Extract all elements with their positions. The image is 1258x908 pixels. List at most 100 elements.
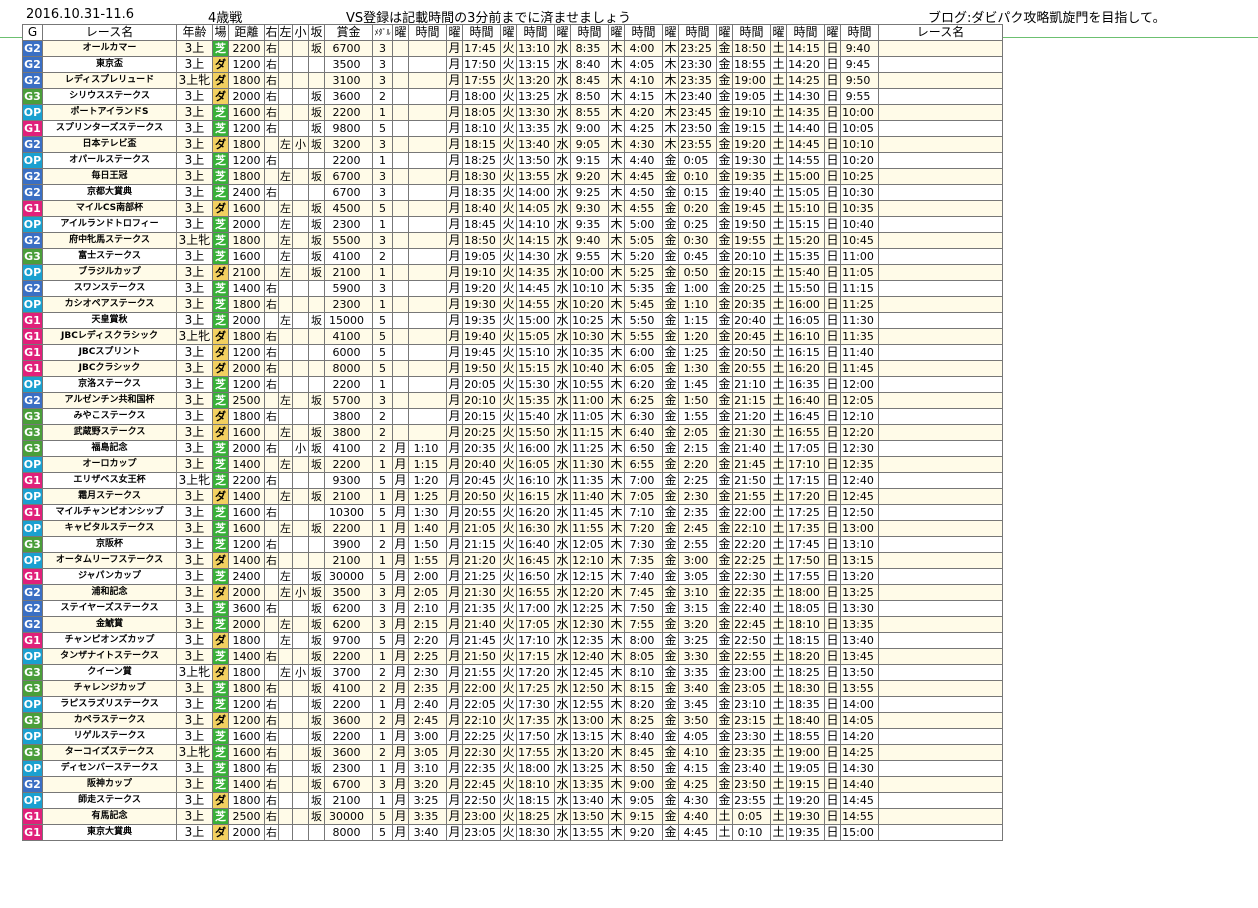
time-cell: 16:35 bbox=[786, 376, 825, 393]
weekday-cell: 木 bbox=[608, 344, 625, 361]
time-cell: 15:50 bbox=[786, 280, 825, 297]
time-cell: 21:55 bbox=[462, 664, 501, 681]
time-cell: 8:35 bbox=[570, 40, 609, 57]
weekday-cell: 火 bbox=[500, 728, 517, 745]
weekday-cell: 金 bbox=[662, 760, 679, 777]
prize-cell: 6700 bbox=[324, 40, 373, 57]
time-cell: 13:40 bbox=[840, 632, 879, 649]
time-cell: 3:35 bbox=[408, 808, 447, 825]
weekday-cell bbox=[878, 792, 1003, 809]
race-name: マイルCS南部杯 bbox=[42, 200, 177, 217]
race-row: G2 毎日王冠 3上芝 1800 左坂 6700 3 月 18:30 火 13:55 水 9:20 木 4:… bbox=[22, 168, 1003, 185]
time-cell: 17:55 bbox=[786, 568, 825, 585]
time-cell: 7:30 bbox=[624, 536, 663, 553]
time-cell: 11:15 bbox=[840, 280, 879, 297]
race-name: スプリンターズステークス bbox=[42, 120, 177, 137]
weekday-cell: 木 bbox=[662, 72, 679, 89]
time-cell: 15:10 bbox=[786, 200, 825, 217]
left-turn-cell bbox=[278, 824, 293, 841]
age-class: 3上 bbox=[176, 376, 213, 393]
time-cell: 10:55 bbox=[570, 376, 609, 393]
race-name: 日本テレビ盃 bbox=[42, 136, 177, 153]
weekday-cell: 金 bbox=[662, 344, 679, 361]
time-cell: 5:45 bbox=[624, 296, 663, 313]
weekday-cell: 金 bbox=[716, 776, 733, 793]
header-row: G レース名 年齢場距離右左小坂賞金 ﾒﾀﾞﾙ曜時間曜時間曜時間曜時間曜時間曜時間曜時… bbox=[22, 24, 1003, 41]
time-cell: 4:45 bbox=[624, 168, 663, 185]
right-turn-cell: 右 bbox=[264, 360, 279, 377]
time-cell: 4:05 bbox=[678, 728, 717, 745]
time-cell: 4:20 bbox=[624, 104, 663, 121]
weekday-cell: 木 bbox=[662, 136, 679, 153]
race-row: OP オーロカップ 3上芝 1400 左坂 2200 1 月 1:15 月 20:40 火 16:05 水… bbox=[22, 456, 1003, 473]
time-cell: 12:45 bbox=[840, 488, 879, 505]
left-turn-cell bbox=[278, 328, 293, 345]
slope-cell: 坂 bbox=[308, 424, 325, 441]
time-cell: 23:15 bbox=[732, 712, 771, 729]
time-cell: 8:10 bbox=[624, 664, 663, 681]
weekday-cell: 土 bbox=[770, 712, 787, 729]
slope-cell: 坂 bbox=[308, 248, 325, 265]
weekday-cell: 日 bbox=[824, 440, 841, 457]
prize-cell: 2100 bbox=[324, 552, 373, 569]
weekday-cell: 日 bbox=[824, 216, 841, 233]
weekday-cell: 月 bbox=[392, 680, 409, 697]
weekday-cell: 金 bbox=[716, 664, 733, 681]
weekday-cell: 火 bbox=[500, 584, 517, 601]
time-cell: 20:15 bbox=[732, 264, 771, 281]
time-cell: 2:00 bbox=[408, 568, 447, 585]
time-cell: 21:15 bbox=[462, 536, 501, 553]
weekday-cell: 土 bbox=[770, 408, 787, 425]
race-name: エリザベス女王杯 bbox=[42, 472, 177, 489]
weekday-cell: 木 bbox=[608, 568, 625, 585]
weekday-cell bbox=[878, 760, 1003, 777]
medal-cell: 5 bbox=[372, 344, 393, 361]
distance-cell: 1600 bbox=[228, 520, 265, 537]
weekday-cell bbox=[878, 136, 1003, 153]
prize-cell: 3900 bbox=[324, 536, 373, 553]
medal-cell: 3 bbox=[372, 232, 393, 249]
small-track-cell bbox=[292, 712, 309, 729]
weekday-cell: 火 bbox=[500, 472, 517, 489]
time-cell: 22:40 bbox=[732, 600, 771, 617]
weekday-cell: 土 bbox=[716, 808, 733, 825]
time-cell: 16:10 bbox=[516, 472, 555, 489]
weekday-cell: 金 bbox=[716, 632, 733, 649]
time-cell: 19:45 bbox=[462, 344, 501, 361]
distance-cell: 2500 bbox=[228, 392, 265, 409]
surface-cell: 芝 bbox=[212, 616, 229, 633]
weekday-cell: 金 bbox=[716, 408, 733, 425]
medal-cell: 1 bbox=[372, 696, 393, 713]
weekday-cell bbox=[878, 824, 1003, 841]
time-cell: 10:10 bbox=[570, 280, 609, 297]
weekday-cell: 日 bbox=[824, 296, 841, 313]
time-cell: 19:00 bbox=[732, 72, 771, 89]
medal-cell: 3 bbox=[372, 584, 393, 601]
weekday-cell: 月 bbox=[446, 408, 463, 425]
weekday-cell: 火 bbox=[500, 216, 517, 233]
distance-cell: 1800 bbox=[228, 136, 265, 153]
time-cell bbox=[408, 232, 447, 249]
medal-cell: 3 bbox=[372, 136, 393, 153]
time-cell: 3:25 bbox=[678, 632, 717, 649]
weekday-cell bbox=[878, 440, 1003, 457]
time-cell: 18:05 bbox=[462, 104, 501, 121]
surface-cell: ダ bbox=[212, 488, 229, 505]
medal-cell: 1 bbox=[372, 520, 393, 537]
column-header: 賞金 bbox=[324, 24, 373, 41]
time-cell: 4:15 bbox=[678, 760, 717, 777]
time-cell: 13:55 bbox=[516, 168, 555, 185]
grade-badge: G1 bbox=[22, 200, 43, 217]
time-cell: 10:05 bbox=[840, 120, 879, 137]
prize-cell: 9300 bbox=[324, 472, 373, 489]
grade-badge: OP bbox=[22, 104, 43, 121]
race-name: オパールステークス bbox=[42, 152, 177, 169]
small-track-cell bbox=[292, 200, 309, 217]
time-cell: 16:00 bbox=[786, 296, 825, 313]
race-row: OP ラピスラズリステークス 3上芝 1200 右坂 2200 1 月 2:40 月 22:05 火 1… bbox=[22, 696, 1003, 713]
time-cell: 12:10 bbox=[570, 552, 609, 569]
small-track-cell bbox=[292, 120, 309, 137]
time-cell: 22:10 bbox=[462, 712, 501, 729]
weekday-cell: 金 bbox=[716, 216, 733, 233]
age-class: 3上 bbox=[176, 344, 213, 361]
